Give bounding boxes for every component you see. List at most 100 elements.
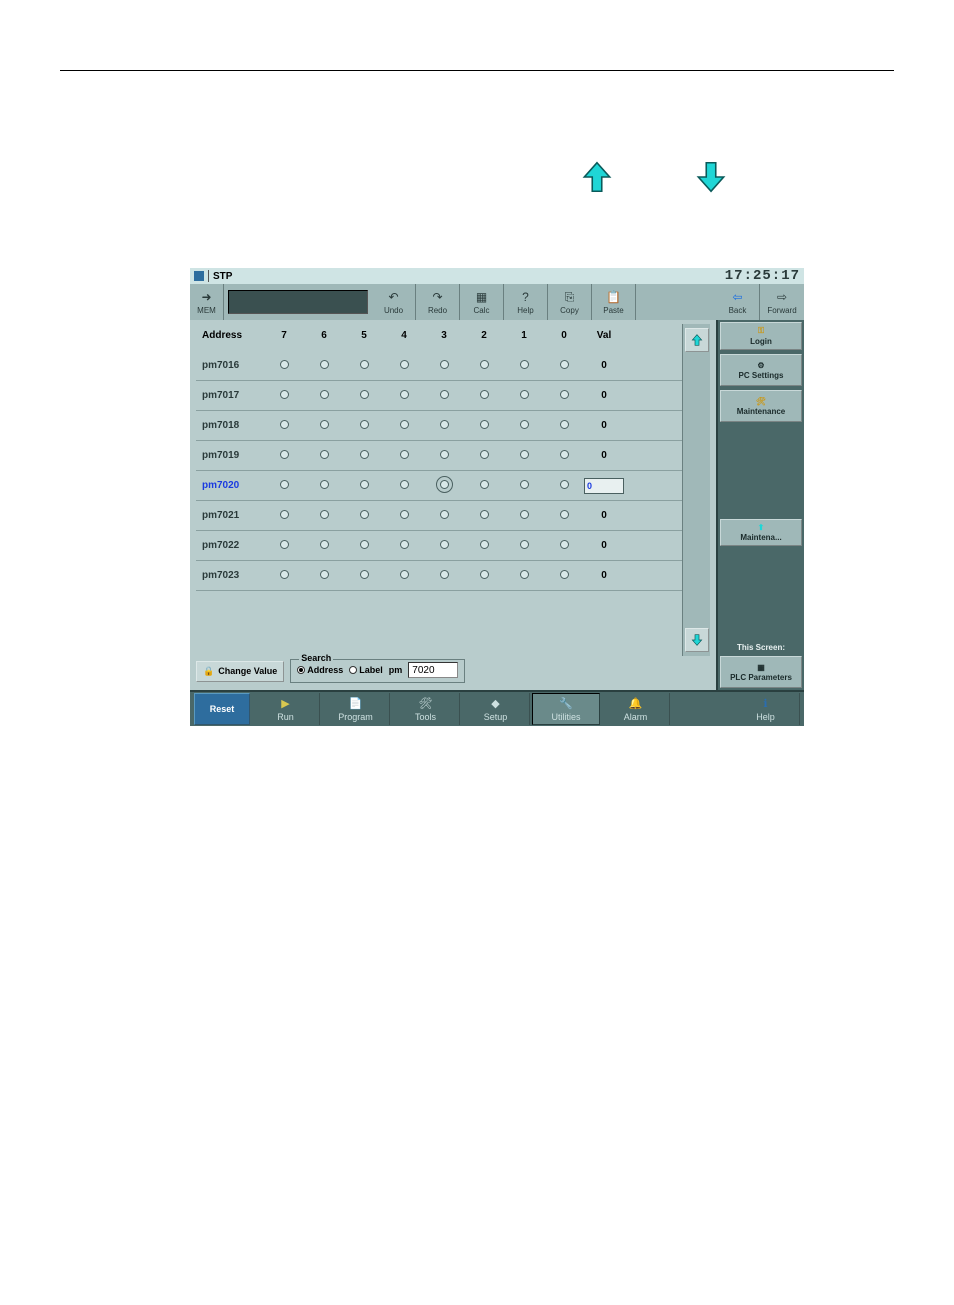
back-button[interactable]: ⇦ Back	[716, 284, 760, 320]
table-row[interactable]: pm70180	[196, 411, 682, 441]
alarm-button[interactable]: 🔔 Alarm	[602, 693, 670, 725]
toolbar-input[interactable]	[228, 290, 368, 314]
bit-cell[interactable]	[384, 570, 424, 582]
bit-cell[interactable]	[384, 450, 424, 462]
table-row[interactable]: pm70220	[196, 531, 682, 561]
change-value-button[interactable]: 🔒 Change Value	[196, 661, 284, 682]
bit-cell[interactable]	[384, 540, 424, 552]
redo-button[interactable]: ↷ Redo	[416, 284, 460, 320]
bit-cell[interactable]	[264, 390, 304, 402]
bit-cell[interactable]	[544, 540, 584, 552]
reset-button[interactable]: Reset	[194, 693, 250, 725]
bit-cell[interactable]	[384, 420, 424, 432]
table-row[interactable]: pm70160	[196, 351, 682, 381]
bit-cell[interactable]	[464, 540, 504, 552]
copy-button[interactable]: ⎘ Copy	[548, 284, 592, 320]
table-row[interactable]: pm70230	[196, 561, 682, 591]
pc-settings-button[interactable]: ⚙ PC Settings	[720, 354, 802, 386]
bit-cell[interactable]	[344, 480, 384, 492]
paste-button[interactable]: 📋 Paste	[592, 284, 636, 320]
utilities-button[interactable]: 🔧 Utilities	[532, 693, 600, 725]
bit-cell[interactable]	[344, 420, 384, 432]
bit-cell[interactable]	[264, 420, 304, 432]
bit-cell[interactable]	[464, 360, 504, 372]
bit-cell[interactable]	[344, 450, 384, 462]
bit-cell[interactable]	[504, 450, 544, 462]
bit-cell[interactable]	[464, 480, 504, 492]
bit-cell[interactable]	[304, 360, 344, 372]
bit-cell[interactable]	[304, 450, 344, 462]
bit-cell[interactable]	[504, 390, 544, 402]
bit-cell[interactable]	[304, 540, 344, 552]
plc-parameters-button[interactable]: ▦ PLC Parameters	[720, 656, 802, 688]
bit-cell[interactable]	[264, 570, 304, 582]
bit-cell[interactable]	[304, 420, 344, 432]
setup-button[interactable]: ◆ Setup	[462, 693, 530, 725]
table-row[interactable]: pm70190	[196, 441, 682, 471]
bit-cell[interactable]	[504, 570, 544, 582]
bit-cell[interactable]	[384, 510, 424, 522]
bit-cell[interactable]	[424, 570, 464, 582]
scroll-up-button[interactable]	[685, 328, 709, 352]
bit-cell[interactable]	[344, 390, 384, 402]
bit-cell[interactable]	[424, 540, 464, 552]
bit-cell[interactable]	[464, 510, 504, 522]
bit-cell[interactable]	[504, 360, 544, 372]
forward-button[interactable]: ⇨ Forward	[760, 284, 804, 320]
bottom-help-button[interactable]: ℹ Help	[732, 693, 800, 725]
bit-cell[interactable]	[384, 360, 424, 372]
bit-cell[interactable]	[344, 360, 384, 372]
bit-cell[interactable]	[464, 390, 504, 402]
bit-cell[interactable]	[264, 360, 304, 372]
mem-button[interactable]: ➜ MEM	[190, 284, 224, 320]
run-button[interactable]: ▶ Run	[252, 693, 320, 725]
bit-cell[interactable]	[264, 540, 304, 552]
login-button[interactable]: ⚿ Login	[720, 322, 802, 350]
bit-cell[interactable]	[504, 510, 544, 522]
bit-cell[interactable]	[424, 420, 464, 432]
bit-cell[interactable]	[304, 570, 344, 582]
scroll-down-button[interactable]	[685, 628, 709, 652]
bit-cell[interactable]	[504, 480, 544, 492]
bit-cell[interactable]	[424, 510, 464, 522]
bit-cell[interactable]	[264, 510, 304, 522]
help-button[interactable]: ? Help	[504, 284, 548, 320]
bit-cell[interactable]	[344, 510, 384, 522]
bit-cell[interactable]	[424, 480, 464, 492]
bit-cell[interactable]	[504, 420, 544, 432]
search-address-radio[interactable]: Address	[297, 665, 343, 675]
bit-cell[interactable]	[344, 570, 384, 582]
bit-cell[interactable]	[264, 480, 304, 492]
undo-button[interactable]: ↶ Undo	[372, 284, 416, 320]
table-row[interactable]: pm70170	[196, 381, 682, 411]
maintenance-button[interactable]: 🛠 Maintenance	[720, 390, 802, 422]
bit-cell[interactable]	[464, 570, 504, 582]
bit-cell[interactable]	[424, 390, 464, 402]
bit-cell[interactable]	[464, 420, 504, 432]
bit-cell[interactable]	[544, 450, 584, 462]
bit-cell[interactable]	[424, 450, 464, 462]
table-row[interactable]: pm70200	[196, 471, 682, 501]
bit-cell[interactable]	[504, 540, 544, 552]
bit-cell[interactable]	[384, 480, 424, 492]
bit-cell[interactable]	[264, 450, 304, 462]
bit-cell[interactable]	[544, 480, 584, 492]
search-input[interactable]	[408, 662, 458, 678]
bit-cell[interactable]	[544, 510, 584, 522]
table-row[interactable]: pm70210	[196, 501, 682, 531]
maintena-button[interactable]: ⬆ Maintena...	[720, 519, 802, 546]
bit-cell[interactable]	[544, 570, 584, 582]
tools-button[interactable]: 🛠 Tools	[392, 693, 460, 725]
bit-cell[interactable]	[544, 360, 584, 372]
row-value[interactable]: 0	[584, 478, 624, 494]
search-label-radio[interactable]: Label	[349, 665, 383, 675]
bit-cell[interactable]	[464, 450, 504, 462]
bit-cell[interactable]	[544, 420, 584, 432]
bit-cell[interactable]	[344, 540, 384, 552]
calc-button[interactable]: ▦ Calc	[460, 284, 504, 320]
bit-cell[interactable]	[424, 360, 464, 372]
bit-cell[interactable]	[304, 480, 344, 492]
bit-cell[interactable]	[304, 390, 344, 402]
bit-cell[interactable]	[544, 390, 584, 402]
bit-cell[interactable]	[304, 510, 344, 522]
